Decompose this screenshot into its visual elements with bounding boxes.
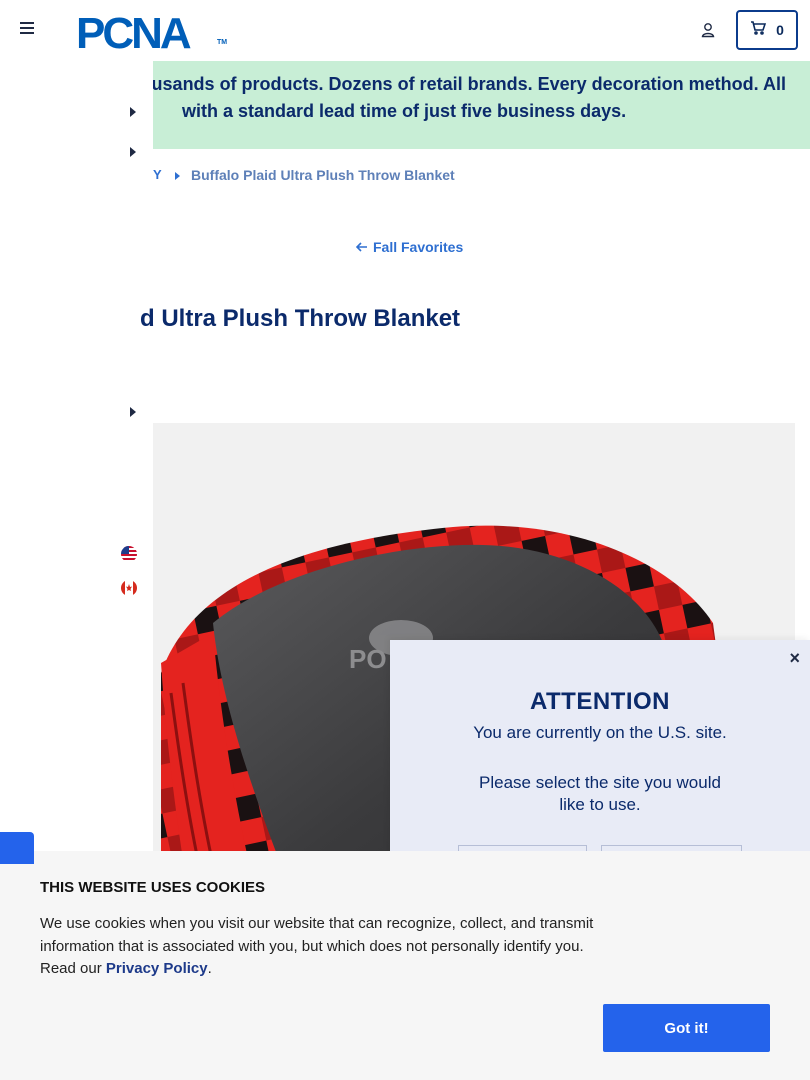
close-icon[interactable]: × xyxy=(789,648,800,669)
cart-button[interactable]: 0 xyxy=(736,10,798,50)
pcna-logo-mark: PCNA xyxy=(76,9,194,58)
side-menu-caret-icon[interactable] xyxy=(130,107,136,117)
breadcrumb-link[interactable]: Y xyxy=(153,167,162,182)
side-menu-caret-icon[interactable] xyxy=(130,407,136,417)
pcna-logo[interactable]: PCNA TM xyxy=(76,9,228,58)
accept-cookies-button[interactable]: Got it! xyxy=(603,1004,770,1052)
modal-title: ATTENTION xyxy=(529,688,671,715)
hamburger-menu-icon[interactable] xyxy=(20,22,36,38)
back-to-category-link[interactable]: Fall Favorites xyxy=(355,239,464,255)
modal-message-current-site: You are currently on the U.S. site. xyxy=(473,723,727,742)
feedback-tab[interactable] xyxy=(0,832,34,864)
cookie-body-suffix: . xyxy=(207,960,212,977)
back-link-label: Fall Favorites xyxy=(373,239,464,255)
promo-line-2: with a standard lead time of just five b… xyxy=(182,101,627,121)
breadcrumb-current: Buffalo Plaid Ultra Plush Throw Blanket xyxy=(191,167,455,183)
site-header: PCNA TM 0 xyxy=(0,0,810,61)
cookie-banner: THIS WEBSITE USES COOKIES We use cookies… xyxy=(0,851,810,1080)
canada-flag-icon[interactable] xyxy=(121,580,137,596)
product-title: d Ultra Plush Throw Blanket xyxy=(140,305,461,332)
modal-message-select-site: Please select the site you would like to… xyxy=(479,773,721,814)
privacy-policy-link[interactable]: Privacy Policy xyxy=(106,960,208,977)
side-menu-caret-icon[interactable] xyxy=(130,147,136,157)
logo-text: PCNA xyxy=(76,11,191,51)
user-icon[interactable] xyxy=(700,22,716,38)
cookie-banner-title: THIS WEBSITE USES COOKIES xyxy=(40,879,266,896)
us-flag-icon[interactable] xyxy=(121,546,137,562)
page: PCNA TM 0 usands of products. Dozens of … xyxy=(0,0,810,1080)
cookie-banner-text: We use cookies when you visit our websit… xyxy=(40,913,610,981)
svg-text:PO: PO xyxy=(349,644,387,674)
cart-count: 0 xyxy=(776,22,784,38)
cart-icon xyxy=(750,20,767,40)
breadcrumb-separator-icon xyxy=(175,172,180,180)
promo-line-1: usands of products. Dozens of retail bra… xyxy=(153,74,786,94)
promo-banner: usands of products. Dozens of retail bra… xyxy=(153,61,810,149)
logo-trademark: TM xyxy=(217,39,228,46)
arrow-left-icon xyxy=(355,239,368,255)
